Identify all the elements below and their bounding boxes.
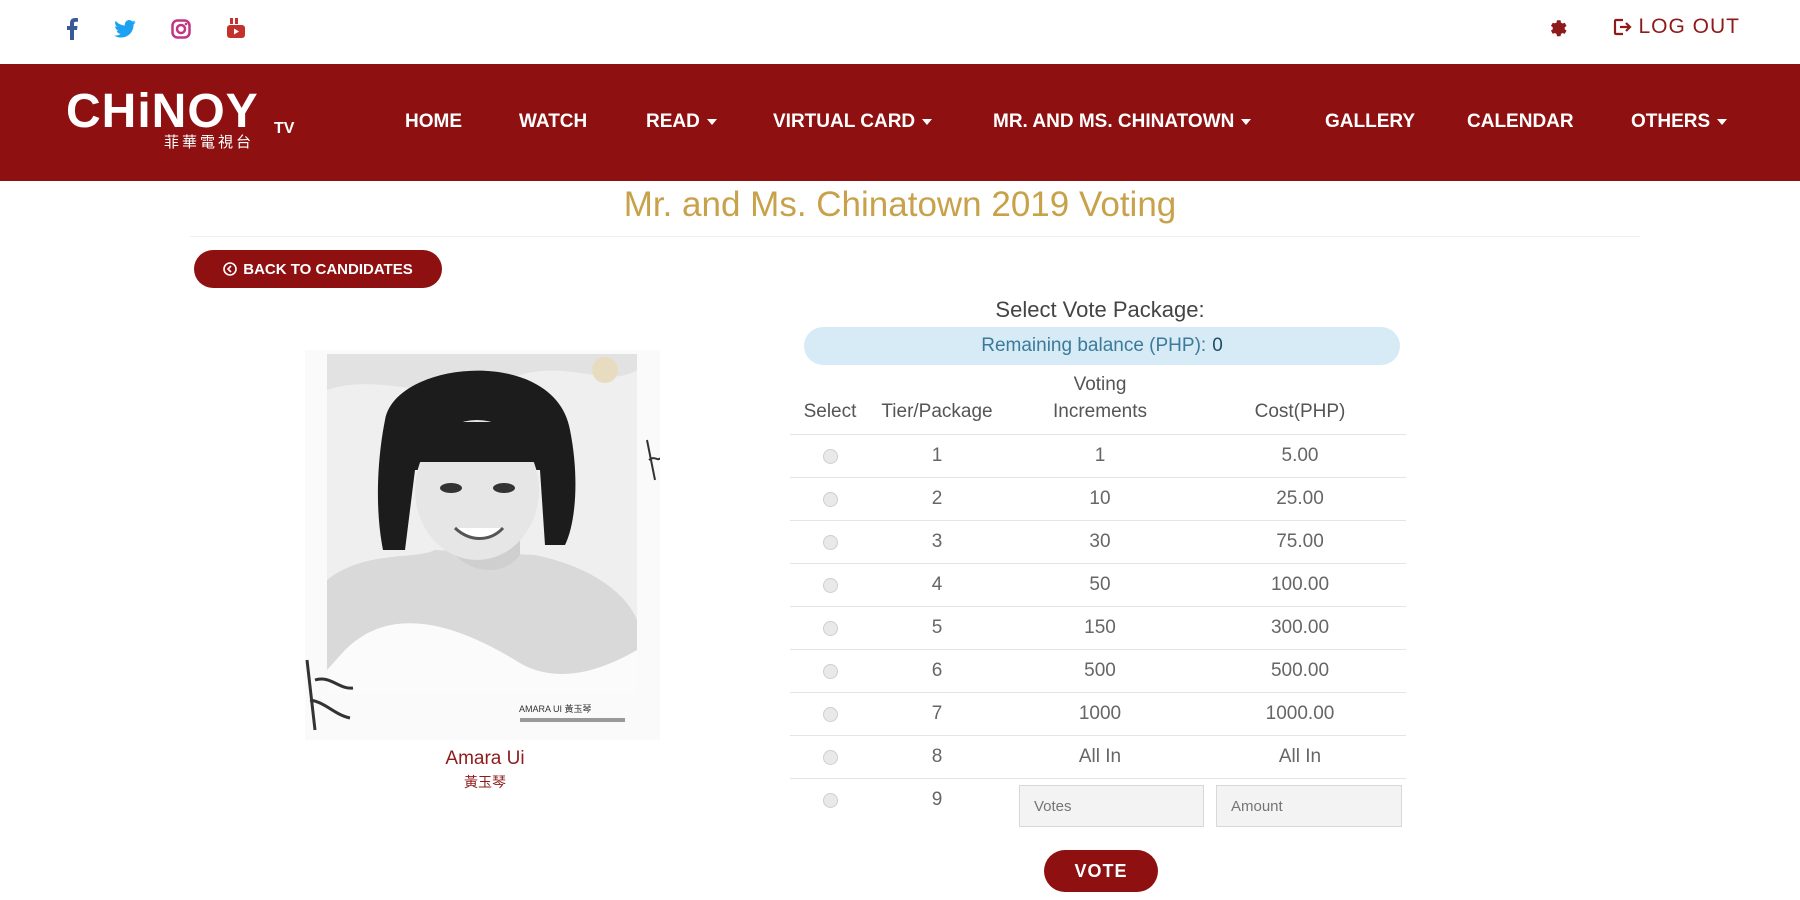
nav-item-others[interactable]: OTHERS: [1631, 111, 1728, 133]
logout-button[interactable]: LOG OUT: [1612, 15, 1740, 39]
caret-down-icon: [1717, 119, 1728, 125]
nav-item-label: HOME: [405, 111, 462, 132]
logout-icon: [1614, 18, 1633, 36]
nav-item-label: OTHERS: [1631, 111, 1711, 132]
header-cost: Cost(PHP): [1254, 401, 1346, 422]
nav-item-virtual-card[interactable]: VIRTUAL CARD: [773, 111, 933, 133]
instagram-icon[interactable]: [168, 16, 194, 42]
increments-cell: 30: [1089, 531, 1111, 552]
candidate-chinese-name: 黃玉琴: [464, 774, 506, 790]
package-radio[interactable]: [823, 793, 838, 808]
nav-item-watch[interactable]: WATCH: [519, 111, 587, 133]
package-radio[interactable]: [823, 578, 838, 593]
nav-item-mr-ms-chinatown[interactable]: MR. AND MS. CHINATOWN: [993, 111, 1252, 133]
nav-item-label: VIRTUAL CARD: [773, 111, 916, 132]
package-radio[interactable]: [823, 621, 838, 636]
header-increments-line1: Voting: [1073, 374, 1127, 395]
table-row[interactable]: 1 1 5.00: [790, 434, 1406, 477]
table-row[interactable]: 5 150 300.00: [790, 606, 1406, 649]
back-arrow-icon: [223, 262, 238, 276]
candidate-photo: AMARA UI 黃玉琴: [305, 350, 661, 740]
increments-cell: 10: [1089, 488, 1111, 509]
nav-item-label: WATCH: [519, 111, 588, 132]
nav-item-home[interactable]: HOME: [405, 111, 462, 133]
tier-cell: 3: [931, 531, 943, 552]
nav-item-gallery[interactable]: GALLERY: [1325, 111, 1415, 133]
title-divider: [190, 236, 1640, 237]
table-row-custom[interactable]: 9: [790, 778, 1406, 836]
header-select: Select: [803, 401, 857, 422]
tier-cell: 7: [931, 703, 943, 724]
increments-cell: 500: [1084, 660, 1116, 681]
tier-cell: 1: [931, 445, 943, 466]
votes-input[interactable]: [1019, 785, 1204, 827]
cost-cell: 25.00: [1276, 488, 1324, 509]
cost-cell: 1000.00: [1265, 703, 1335, 724]
package-radio[interactable]: [823, 664, 838, 679]
gear-icon[interactable]: [1544, 14, 1570, 40]
back-to-candidates-button[interactable]: BACK TO CANDIDATES: [194, 250, 442, 288]
table-row[interactable]: 2 10 25.00: [790, 477, 1406, 520]
amount-input[interactable]: [1216, 785, 1402, 827]
package-radio[interactable]: [823, 707, 838, 722]
main-navbar: CHiNOY TV 菲華電視台 HOME WATCH READ VIRTUAL …: [0, 64, 1800, 181]
tier-cell: 4: [931, 574, 943, 595]
table-row[interactable]: 3 30 75.00: [790, 520, 1406, 563]
cost-cell: 100.00: [1270, 574, 1330, 595]
nav-item-label: READ: [646, 111, 700, 132]
tier-cell: 5: [931, 617, 943, 638]
balance-label: Remaining balance (PHP):: [981, 335, 1207, 356]
facebook-icon[interactable]: [59, 16, 85, 42]
twitter-icon[interactable]: [112, 16, 138, 42]
remaining-balance-banner: Remaining balance (PHP): 0: [804, 327, 1400, 365]
tier-cell: 9: [931, 789, 943, 810]
select-vote-package-label: Select Vote Package:: [995, 297, 1205, 322]
nav-item-label: MR. AND MS. CHINATOWN: [993, 111, 1235, 132]
table-row[interactable]: 8 All In All In: [790, 735, 1406, 778]
nav-item-label: CALENDAR: [1467, 111, 1574, 132]
caret-down-icon: [706, 119, 717, 125]
nav-item-read[interactable]: READ: [646, 111, 717, 133]
table-row[interactable]: 6 500 500.00: [790, 649, 1406, 692]
package-radio[interactable]: [823, 535, 838, 550]
photo-caption: AMARA UI 黃玉琴: [519, 703, 592, 714]
youtube-icon[interactable]: [223, 16, 249, 42]
header-tier: Tier/Package: [881, 401, 993, 422]
increments-cell: All In: [1078, 746, 1122, 767]
increments-cell: 50: [1089, 574, 1111, 595]
package-radio[interactable]: [823, 449, 838, 464]
table-row[interactable]: 7 1000 1000.00: [790, 692, 1406, 735]
vote-button[interactable]: VOTE: [1044, 850, 1158, 892]
cost-cell: 75.00: [1276, 531, 1324, 552]
increments-cell: 1000: [1078, 703, 1122, 724]
caret-down-icon: [922, 119, 933, 125]
page-title: Mr. and Ms. Chinatown 2019 Voting: [623, 185, 1177, 224]
candidate-name: Amara Ui: [445, 748, 525, 769]
tier-cell: 2: [931, 488, 943, 509]
table-row[interactable]: 4 50 100.00: [790, 563, 1406, 606]
cost-cell: 500.00: [1270, 660, 1330, 681]
package-radio[interactable]: [823, 492, 838, 507]
tier-cell: 8: [931, 746, 943, 767]
top-right-actions: LOG OUT: [1544, 14, 1740, 40]
tier-cell: 6: [931, 660, 943, 681]
caret-down-icon: [1241, 119, 1252, 125]
header-increments-line2: Increments: [1053, 401, 1147, 422]
increments-cell: 150: [1084, 617, 1116, 638]
nav-item-label: GALLERY: [1325, 111, 1416, 132]
nav-menu: HOME WATCH READ VIRTUAL CARD MR. AND MS.…: [0, 111, 1800, 141]
increments-cell: 1: [1094, 445, 1106, 466]
cost-cell: 5.00: [1281, 445, 1319, 466]
cost-cell: 300.00: [1270, 617, 1330, 638]
top-bar: LOG OUT: [0, 0, 1800, 64]
nav-item-calendar[interactable]: CALENDAR: [1467, 111, 1574, 133]
back-button-label: BACK TO CANDIDATES: [243, 260, 413, 278]
balance-value: 0: [1212, 335, 1223, 356]
logout-label: LOG OUT: [1638, 15, 1740, 38]
package-radio[interactable]: [823, 750, 838, 765]
cost-cell: All In: [1278, 746, 1322, 767]
